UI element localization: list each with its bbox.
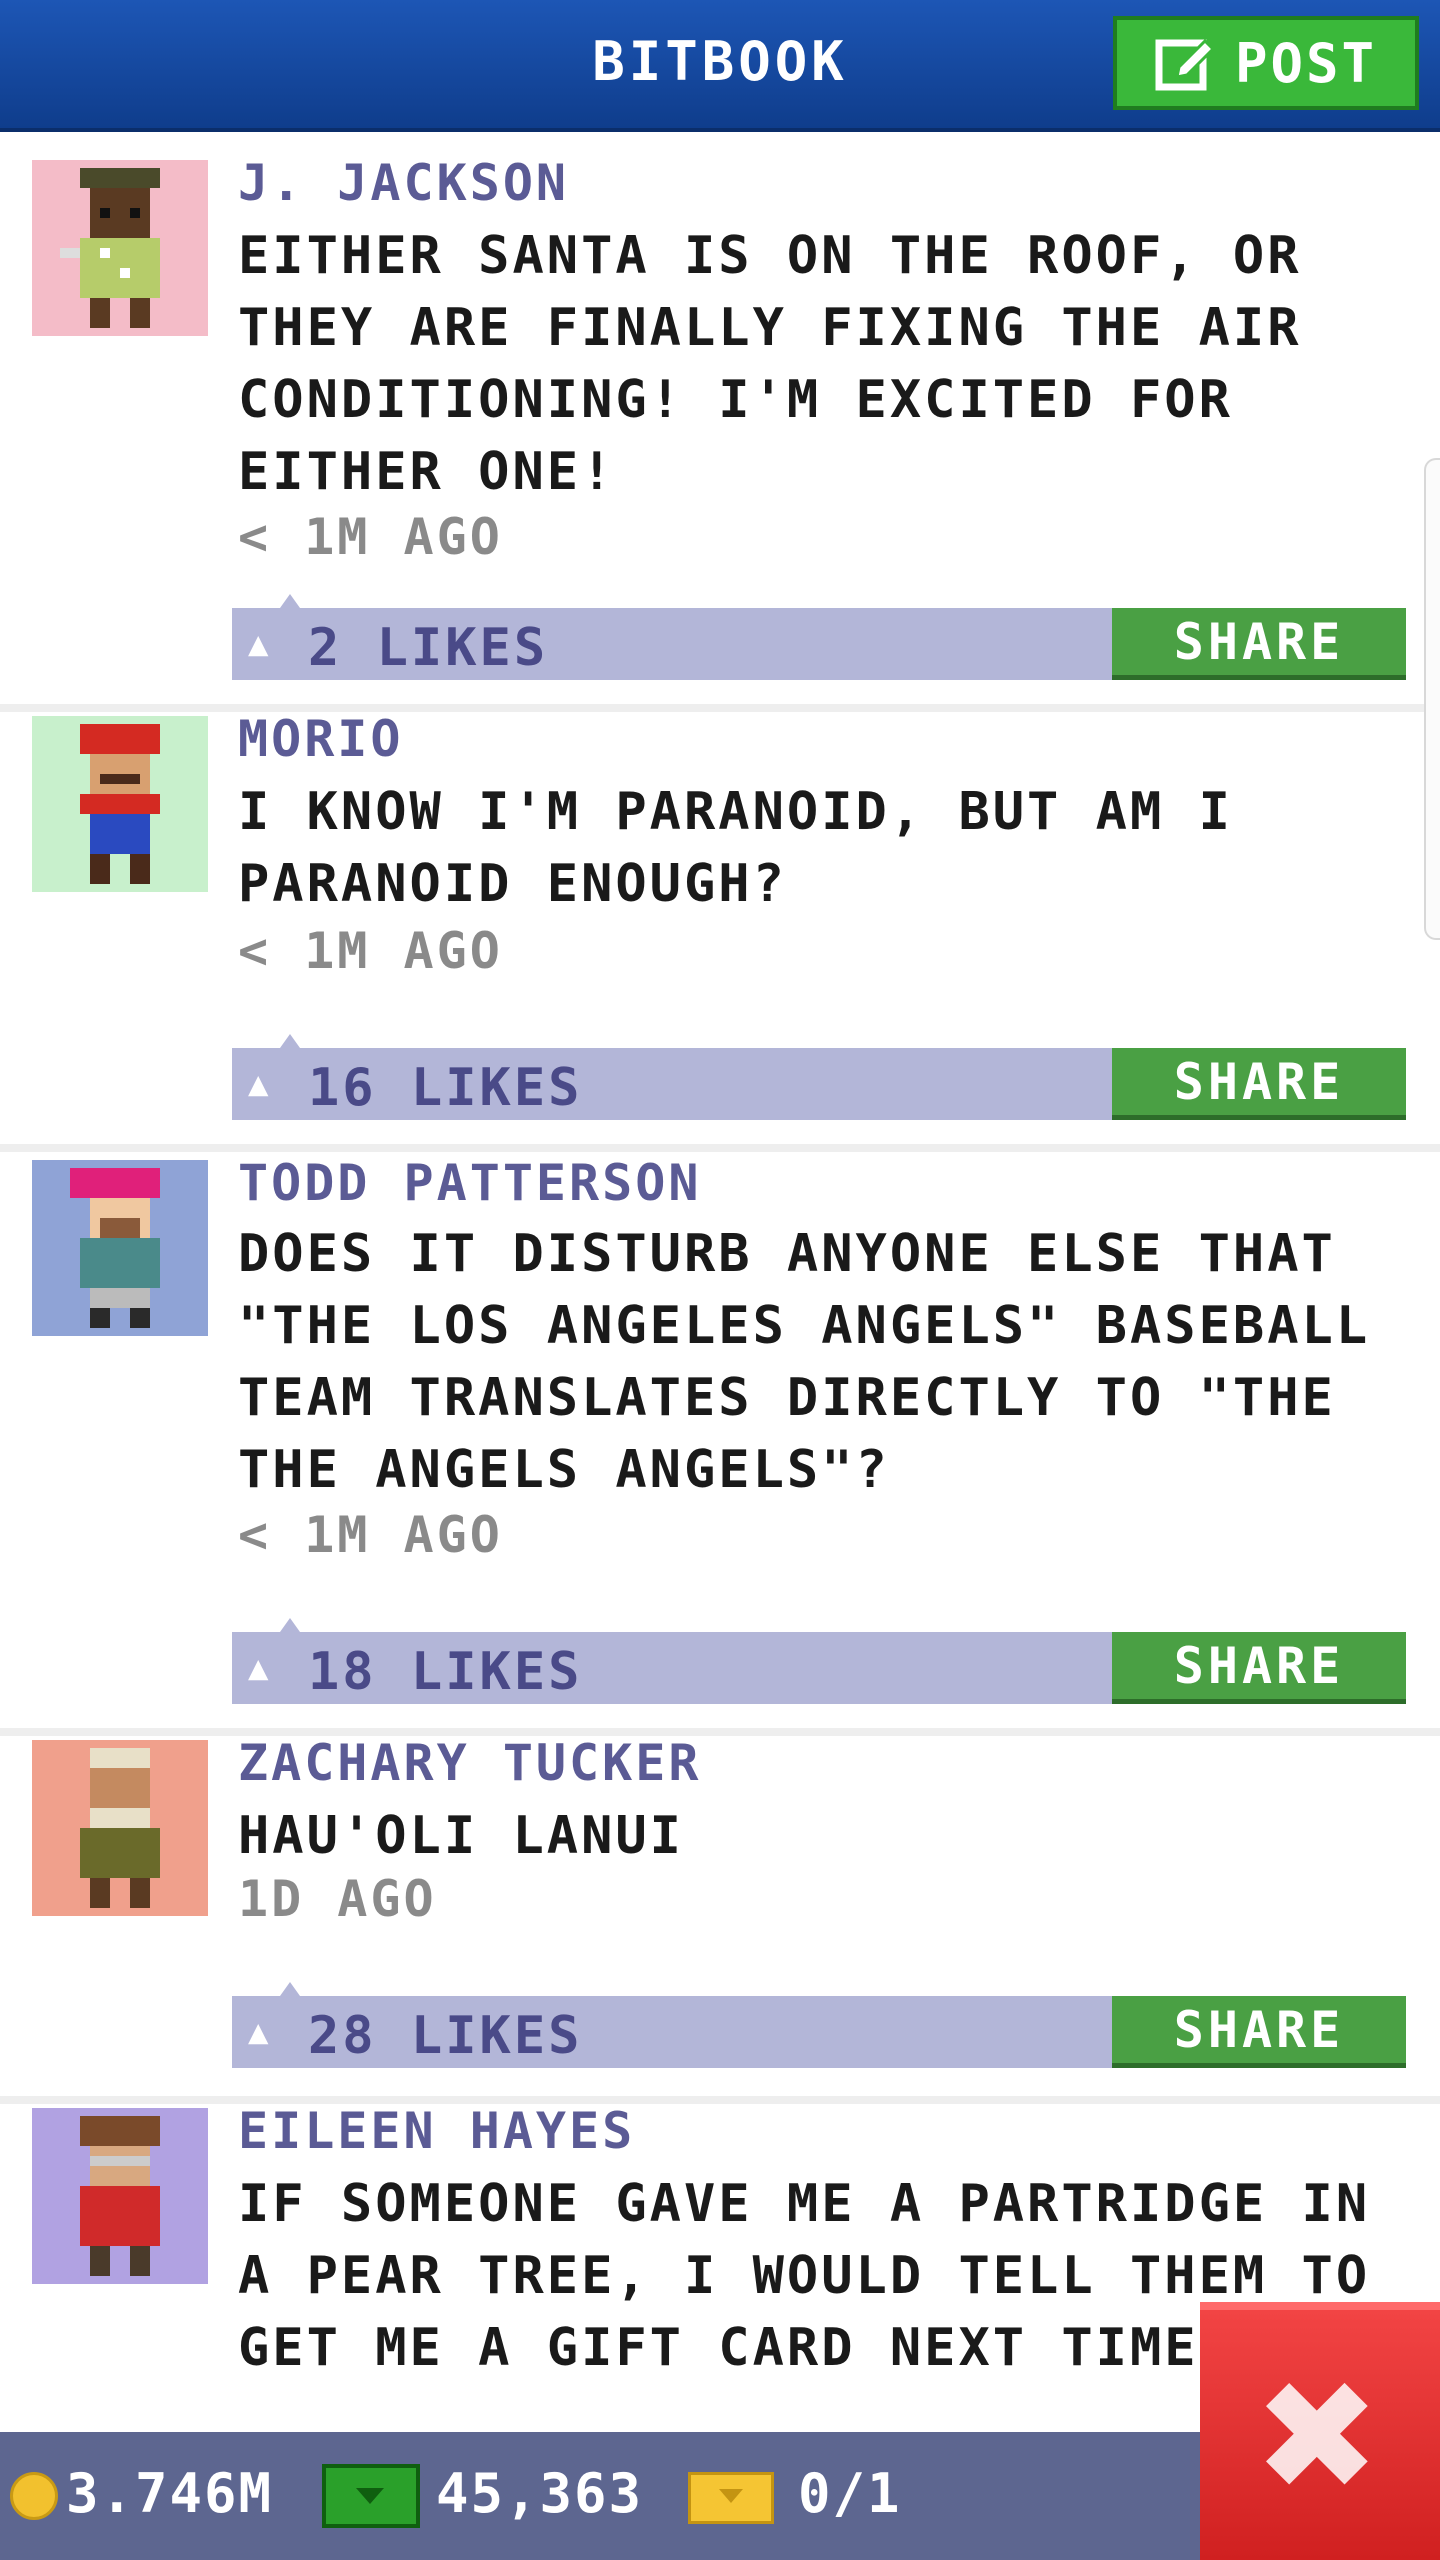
likes-count[interactable]: 18 LIKES [308,1642,582,1702]
close-button[interactable]: ✖ [1200,2302,1440,2560]
share-button[interactable]: SHARE [1112,1048,1406,1120]
post-time: < 1M AGO [238,508,503,566]
post-message: DOES IT DISTURB ANYONE ELSE THAT "THE LO… [238,1224,1371,1500]
scroll-indicator[interactable] [1424,458,1440,940]
close-icon: ✖ [1259,2318,1381,2551]
post-button-label: POST [1234,31,1378,95]
post-author[interactable]: TODD PATTERSON [238,1154,701,1212]
app-header: BITBOOK POST [0,0,1440,132]
post-author[interactable]: J. JACKSON [238,154,569,212]
share-button[interactable]: SHARE [1112,608,1406,680]
post-author[interactable]: ZACHARY TUCKER [238,1734,701,1792]
post-message: EITHER SANTA IS ON THE ROOF, OR THEY ARE… [238,226,1302,502]
thumbs-up-icon: ▲ [248,1064,269,1104]
thumbs-up-icon: ▲ [248,2012,269,2052]
bux-amount: 45,363 [436,2462,644,2525]
post-divider [0,1144,1440,1152]
ticket-icon[interactable] [688,2472,774,2524]
avatar-figure-icon [80,2116,160,2276]
share-button[interactable]: SHARE [1112,1996,1406,2068]
thumbs-up-icon: ▲ [248,1648,269,1688]
news-feed[interactable]: J. JACKSON EITHER SANTA IS ON THE ROOF, … [0,132,1440,2432]
likes-count[interactable]: 28 LIKES [308,2006,582,2066]
avatar-figure-icon [70,1168,160,1328]
avatar-figure-icon [80,724,160,884]
likes-count[interactable]: 2 LIKES [308,618,548,678]
tickets-amount: 0/1 [798,2462,902,2525]
likes-bar: ▲ 28 LIKES SHARE [232,1996,1406,2068]
post-time: < 1M AGO [238,1506,503,1564]
likes-bar: ▲ 2 LIKES SHARE [232,608,1406,680]
coin-icon [10,2472,58,2520]
thumbs-up-icon: ▲ [248,624,269,664]
share-button[interactable]: SHARE [1112,1632,1406,1704]
post-button[interactable]: POST [1113,16,1419,110]
likes-bar: ▲ 16 LIKES SHARE [232,1048,1406,1120]
avatar[interactable] [32,160,208,336]
bux-icon[interactable] [322,2464,420,2528]
avatar[interactable] [32,716,208,892]
avatar[interactable] [32,1740,208,1916]
post-author[interactable]: MORIO [238,710,404,768]
avatar[interactable] [32,2108,208,2284]
edit-icon [1155,38,1215,91]
post-divider [0,1728,1440,1736]
post-time: 1D AGO [238,1870,437,1928]
post-message: HAU'OLI LANUI [238,1806,684,1866]
post-divider [0,2096,1440,2104]
coins-amount: 3.746M [66,2462,274,2525]
likes-count[interactable]: 16 LIKES [308,1058,582,1118]
avatar[interactable] [32,1160,208,1336]
post-author[interactable]: EILEEN HAYES [238,2102,635,2160]
avatar-figure-icon [80,1748,160,1908]
avatar-figure-icon [60,168,160,328]
likes-bar: ▲ 18 LIKES SHARE [232,1632,1406,1704]
post-time: < 1M AGO [238,922,503,980]
post-divider [0,704,1440,712]
post-message: I KNOW I'M PARANOID, BUT AM I PARANOID E… [238,782,1233,914]
